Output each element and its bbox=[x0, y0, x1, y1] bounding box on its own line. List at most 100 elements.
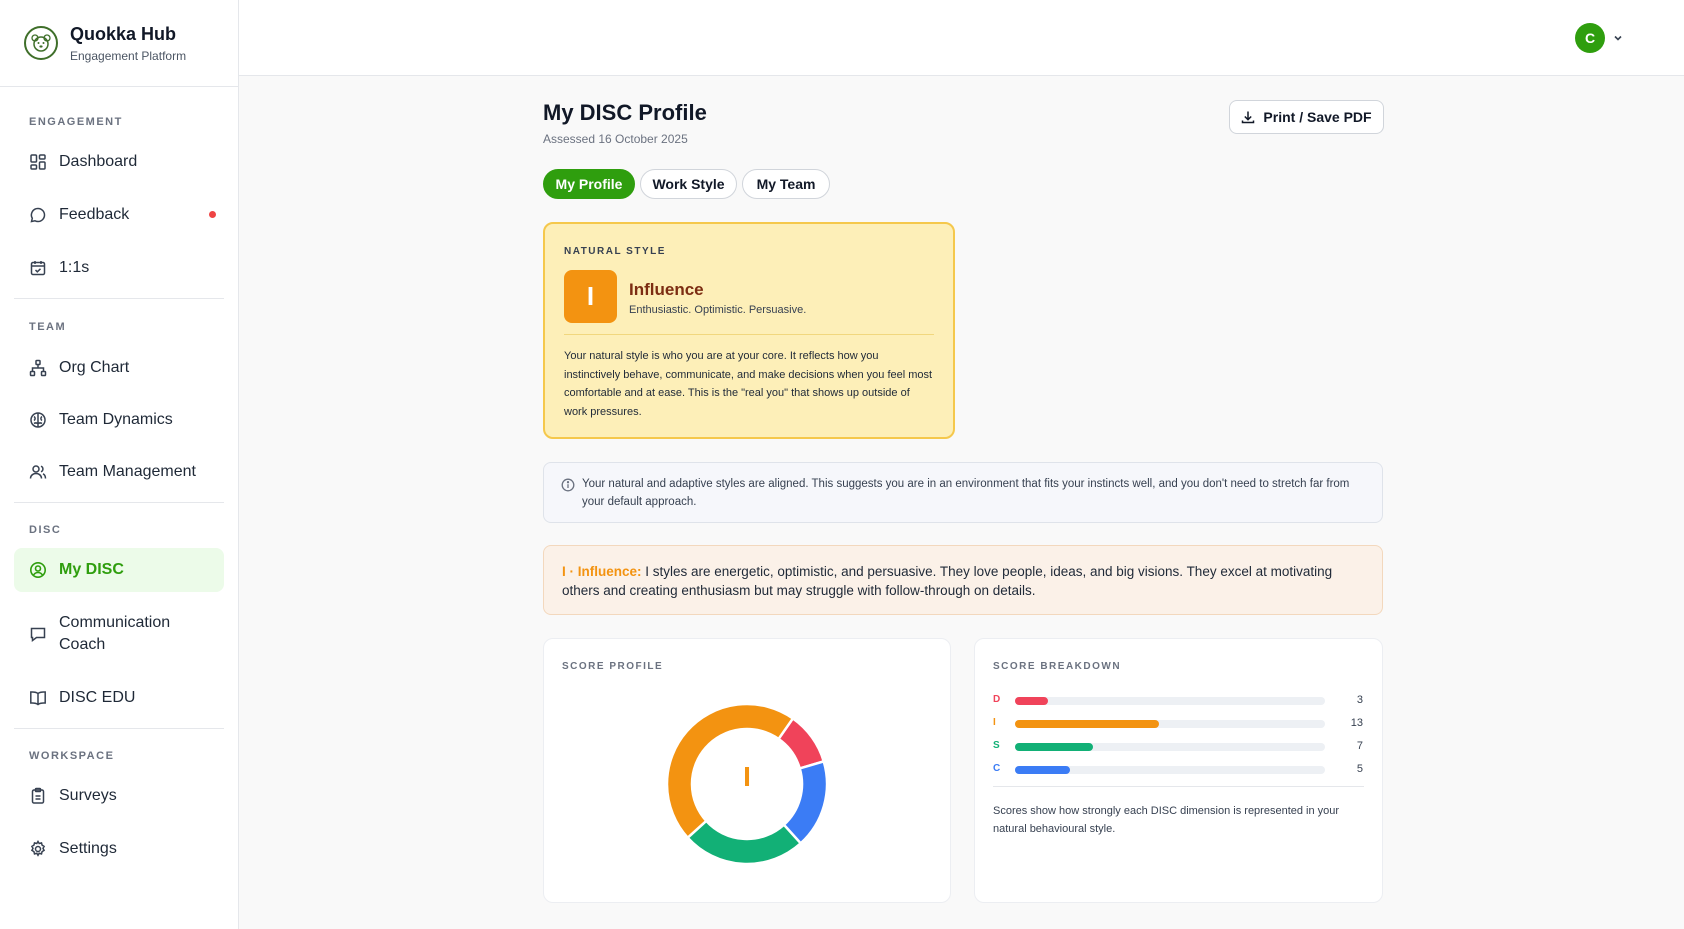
sidebar-item-dashboard[interactable]: Dashboard bbox=[14, 142, 224, 182]
bar-fill-c bbox=[1015, 766, 1071, 774]
influence-summary: I · Influence: I styles are energetic, o… bbox=[562, 562, 1367, 600]
grid-icon bbox=[30, 154, 46, 170]
score-breakdown-note: Scores show how strongly each DISC dimen… bbox=[993, 805, 1340, 835]
page-subtitle: Assessed 16 October 2025 bbox=[543, 132, 688, 146]
sidebar-item-label: Surveys bbox=[59, 787, 117, 804]
quokka-logo-icon bbox=[24, 26, 58, 60]
tab-work-style[interactable]: Work Style bbox=[640, 169, 737, 199]
sidebar-item-label: Feedback bbox=[59, 206, 130, 223]
section-label-team: TEAM bbox=[29, 321, 67, 333]
chat-bubble-icon bbox=[30, 207, 46, 223]
alignment-note: Your natural and adaptive styles are ali… bbox=[582, 478, 1350, 508]
sidebar-item-surveys[interactable]: Surveys bbox=[14, 776, 224, 816]
page-title: My DISC Profile bbox=[543, 100, 707, 125]
sidebar-divider bbox=[14, 502, 224, 503]
sidebar-item-org-chart[interactable]: Org Chart bbox=[14, 348, 224, 388]
sidebar-divider bbox=[14, 728, 224, 729]
bar-letter: C bbox=[993, 763, 1001, 774]
topbar: C bbox=[239, 0, 1684, 76]
sidebar-item-my-disc[interactable]: My DISC bbox=[14, 548, 224, 592]
style-traits: Enthusiastic. Optimistic. Persuasive. bbox=[629, 304, 807, 316]
sidebar-item-label: 1:1s bbox=[59, 259, 90, 276]
sidebar-item-team-dynamics[interactable]: Team Dynamics bbox=[14, 400, 224, 440]
info-icon bbox=[561, 478, 575, 492]
score-bar-row-c: C5 bbox=[993, 763, 1363, 777]
natural-style-card: NATURAL STYLE I Influence Enthusiastic. … bbox=[543, 222, 955, 439]
brain-icon bbox=[30, 412, 46, 428]
bar-value: 3 bbox=[1356, 694, 1363, 706]
org-chart-icon bbox=[29, 359, 47, 377]
sidebar-item-label: Communication Coach bbox=[59, 614, 171, 653]
bar-value: 7 bbox=[1356, 740, 1363, 752]
influence-summary-box: I · Influence: I styles are energetic, o… bbox=[543, 545, 1383, 615]
style-title: Influence bbox=[629, 280, 704, 299]
sidebar-item-label: Settings bbox=[59, 840, 117, 857]
brand-title: Quokka Hub bbox=[70, 23, 177, 44]
book-open-icon bbox=[30, 691, 46, 706]
sidebar-item-feedback[interactable]: Feedback bbox=[14, 195, 224, 235]
clipboard-icon bbox=[31, 787, 45, 804]
bar-letter: I bbox=[993, 717, 996, 728]
score-bar-row-i: I 13 bbox=[993, 717, 1363, 731]
print-save-pdf-button[interactable]: Print / Save PDF bbox=[1229, 100, 1384, 134]
alignment-info-box: Your natural and adaptive styles are ali… bbox=[543, 462, 1383, 523]
score-bar-row-d: D3 bbox=[993, 694, 1363, 708]
score-breakdown-card: SCORE BREAKDOWN D 3 I 13 S 7 C 5 Scores show ho… bbox=[974, 638, 1383, 903]
gear-icon bbox=[30, 840, 46, 857]
bar-value: 13 bbox=[1350, 717, 1363, 729]
style-description: Your natural style is who you are at you… bbox=[564, 350, 933, 418]
donut-center-letter: I bbox=[743, 761, 751, 792]
sidebar-item-label: Org Chart bbox=[59, 359, 130, 376]
style-badge: I bbox=[564, 270, 617, 323]
sidebar-item-settings[interactable]: Settings bbox=[14, 829, 224, 869]
bar-letter: D bbox=[993, 694, 1001, 705]
user-avatar[interactable]: C bbox=[1575, 23, 1605, 53]
bar-track bbox=[1015, 697, 1325, 705]
sidebar-divider bbox=[14, 298, 224, 299]
print-button-label: Print / Save PDF bbox=[1263, 109, 1372, 125]
sidebar-item-label: Team Dynamics bbox=[59, 411, 173, 428]
donut-slice-s bbox=[685, 819, 803, 866]
influence-prefix: I · Influence: bbox=[562, 564, 642, 579]
score-donut-chart: I bbox=[665, 702, 829, 866]
score-bar-row-s: S7 bbox=[993, 740, 1363, 754]
bar-fill-i bbox=[1015, 720, 1159, 728]
influence-text: I styles are energetic, optimistic, and … bbox=[562, 564, 1333, 598]
brand-subtitle: Engagement Platform bbox=[70, 48, 187, 63]
breakdown-divider bbox=[993, 786, 1364, 787]
sidebar-item-label: DISC EDU bbox=[59, 689, 136, 706]
users-icon bbox=[29, 465, 47, 479]
bar-fill-d bbox=[1015, 697, 1049, 705]
download-icon bbox=[1242, 111, 1255, 124]
sidebar-item-label: My DISC bbox=[59, 561, 124, 578]
bar-letter: S bbox=[993, 740, 1000, 751]
bar-track bbox=[1015, 743, 1325, 751]
sidebar-item-team-management[interactable]: Team Management bbox=[14, 452, 224, 492]
notification-dot bbox=[209, 211, 216, 218]
donut-slice-i bbox=[665, 702, 795, 840]
sidebar-item-one-on-ones[interactable]: 1:1s bbox=[14, 248, 224, 288]
bar-track bbox=[1015, 720, 1325, 728]
card-divider bbox=[564, 334, 934, 335]
section-label-workspace: WORKSPACE bbox=[29, 750, 115, 762]
message-square-icon bbox=[30, 627, 46, 642]
tab-my-team[interactable]: My Team bbox=[742, 169, 830, 199]
chevron-down-icon[interactable] bbox=[1612, 32, 1624, 44]
sidebar-item-communication-coach[interactable]: Communication Coach bbox=[14, 608, 224, 660]
bar-value: 5 bbox=[1356, 763, 1363, 775]
bar-track bbox=[1015, 766, 1325, 774]
sidebar: Quokka Hub Engagement Platform ENGAGEMEN… bbox=[0, 0, 239, 929]
sidebar-item-label: Team Management bbox=[59, 463, 196, 480]
score-breakdown-label: SCORE BREAKDOWN bbox=[993, 661, 1122, 672]
calendar-icon bbox=[30, 261, 46, 276]
bar-fill-s bbox=[1015, 743, 1093, 751]
sidebar-item-label: Dashboard bbox=[59, 153, 138, 170]
tab-my-profile[interactable]: My Profile bbox=[543, 169, 635, 199]
natural-style-label: NATURAL STYLE bbox=[564, 246, 666, 257]
score-profile-card: SCORE PROFILE I bbox=[543, 638, 951, 903]
section-label-engagement: ENGAGEMENT bbox=[29, 116, 123, 128]
section-label-disc: DISC bbox=[29, 524, 62, 536]
user-circle-icon bbox=[30, 562, 46, 578]
sidebar-item-disc-edu[interactable]: DISC EDU bbox=[14, 678, 224, 718]
brand[interactable]: Quokka Hub Engagement Platform bbox=[0, 0, 238, 87]
